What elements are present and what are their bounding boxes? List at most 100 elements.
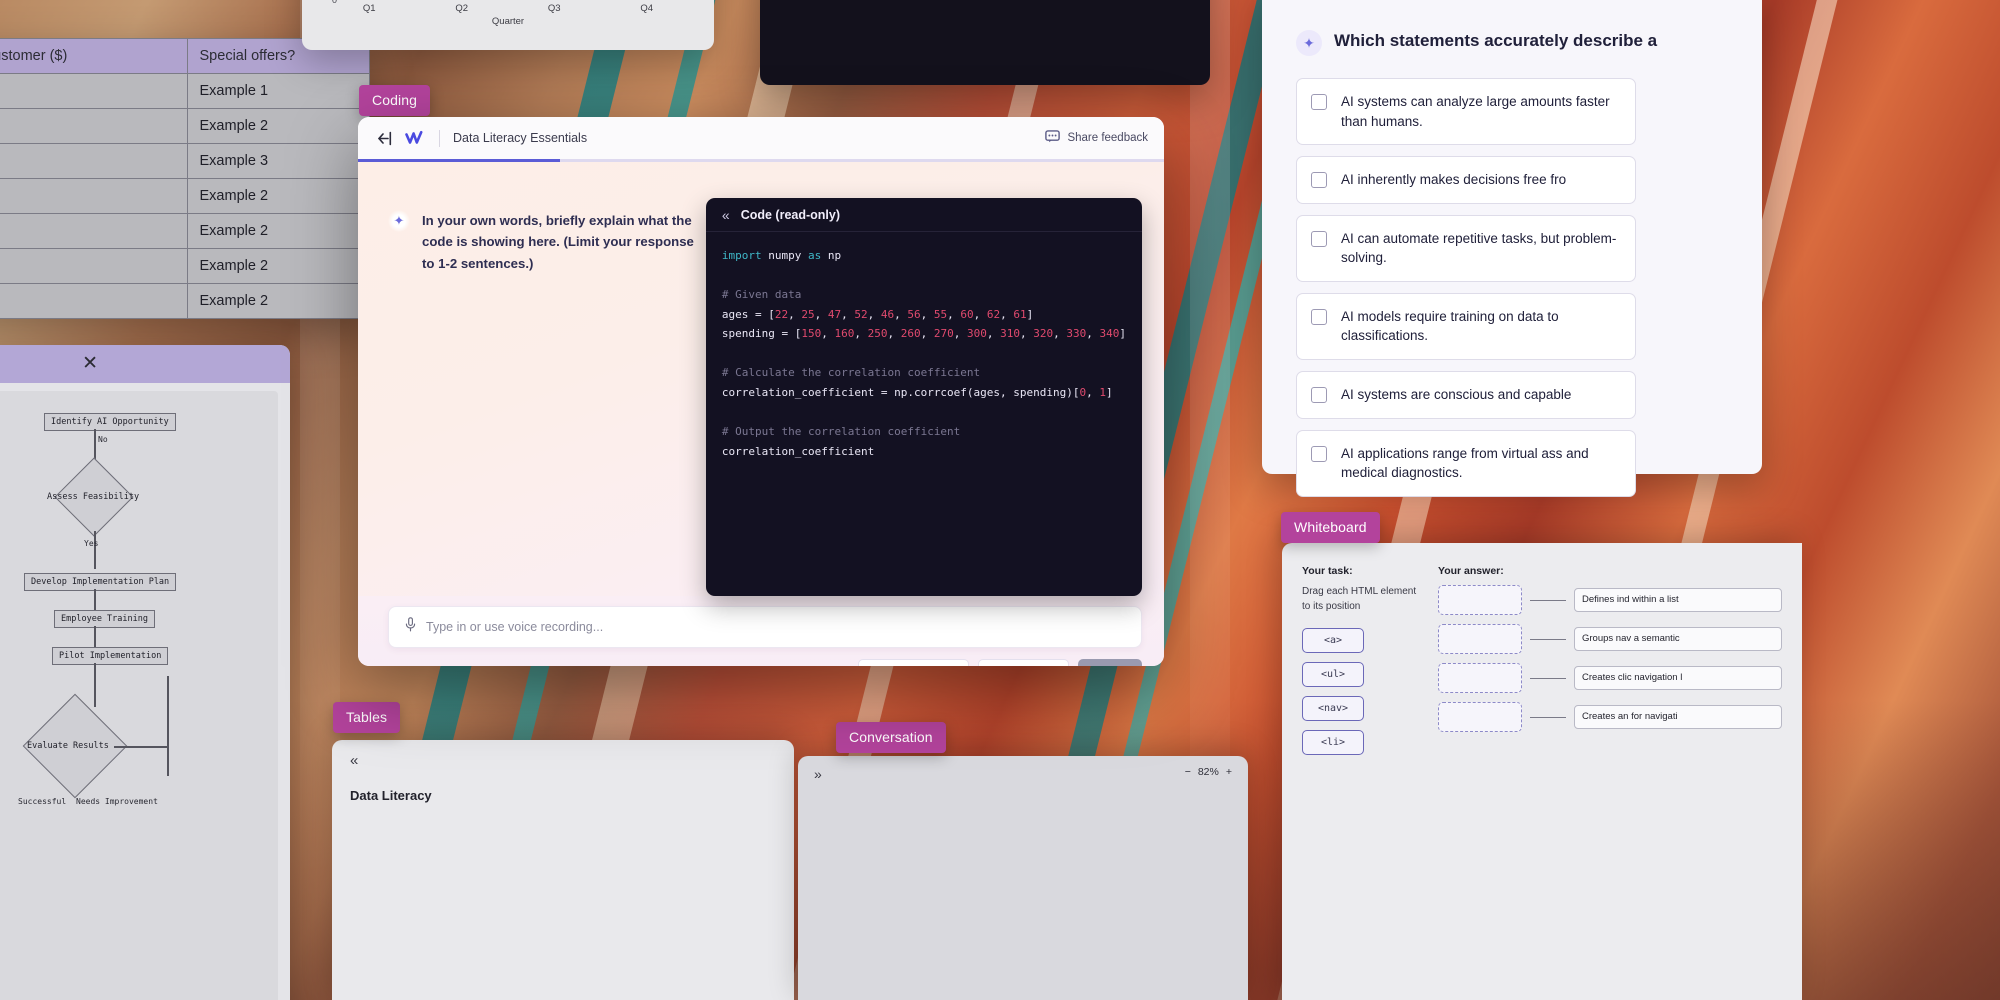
checkbox[interactable] (1311, 308, 1327, 325)
quiz-option[interactable]: AI models require training on data to cl… (1296, 292, 1636, 360)
table-row: 5.50Example 1 (0, 73, 371, 109)
code-token: , (1020, 327, 1034, 341)
code-token: 55 (933, 307, 948, 321)
quiz-option[interactable]: AI can automate repetitive tasks, but pr… (1296, 214, 1636, 282)
element-chip[interactable]: <li> (1302, 730, 1364, 755)
element-chip[interactable]: <nav> (1302, 696, 1364, 721)
demo-response-button[interactable]: Demo response (858, 659, 970, 666)
checkbox[interactable] (1311, 386, 1327, 403)
code-token: 150 (801, 327, 822, 341)
drop-slot[interactable] (1438, 585, 1522, 615)
brand-w-logo[interactable] (405, 130, 426, 146)
code-token: , (973, 307, 987, 321)
code-token: , (788, 307, 802, 321)
element-chip[interactable]: <a> (1302, 628, 1364, 653)
code-line: spending = [150, 160, 250, 260, 270, 300… (722, 324, 1126, 344)
whiteboard-answer-column: Your answer: Defines ind within a list Gr… (1438, 565, 1782, 978)
modal-header: Data Literacy Essentials Share feedback (358, 117, 1164, 159)
checkbox[interactable] (1311, 445, 1327, 462)
flowchart-panel: ✕ Identify AI Opportunity No Assess Feas… (0, 345, 290, 1000)
code-token: 330 (1066, 327, 1087, 341)
code-token: 46 (880, 307, 895, 321)
code-token: ] (1106, 386, 1113, 400)
flowchart-header: ✕ (0, 345, 290, 383)
code-token: as (808, 249, 828, 262)
element-chip[interactable]: <ul> (1302, 662, 1364, 687)
checkbox[interactable] (1311, 172, 1327, 189)
code-token: , (854, 327, 868, 341)
connector-line (1530, 716, 1566, 718)
quiz-option[interactable]: AI systems can analyze large amounts fas… (1296, 78, 1636, 146)
back-arrow-icon[interactable] (374, 128, 394, 148)
table-cell: Example 3 (186, 143, 371, 179)
drop-slot[interactable] (1438, 702, 1522, 732)
table-body: 5.50Example 1Example 2Example 2Example 3… (0, 73, 371, 319)
code-token: 300 (967, 327, 987, 341)
x-tick-label: Q2 (455, 3, 469, 14)
double-chevron-right-icon[interactable]: » (814, 766, 822, 782)
code-token: 25 (801, 307, 815, 321)
flow-edge (114, 746, 168, 748)
quiz-question-title: Which statements accurately describe a (1334, 31, 1658, 50)
checkbox[interactable] (1311, 230, 1327, 247)
code-token: 160 (834, 327, 855, 341)
connector-line (1530, 599, 1566, 601)
code-token: , (821, 327, 835, 341)
code-token: # Given data (721, 288, 802, 302)
section-pill-conversation[interactable]: Conversation (836, 722, 946, 753)
quiz-option[interactable]: AI inherently makes decisions free fro (1296, 156, 1636, 204)
tables-card: « Data Literacy (332, 740, 794, 1000)
code-line: # Output the correlation coefficient (722, 422, 1126, 442)
minus-icon[interactable]: − (1185, 766, 1191, 778)
section-pill-coding[interactable]: Coding (359, 85, 430, 116)
code-token: numpy (768, 249, 808, 262)
flow-node: Identify AI Opportunity (44, 413, 176, 431)
checkbox[interactable] (1311, 94, 1327, 110)
submit-button[interactable]: Submit (1078, 659, 1142, 666)
flow-node: Pilot Implementation (52, 647, 169, 665)
answer-heading: Your answer: (1438, 565, 1504, 577)
code-token: , (887, 327, 901, 341)
double-chevron-left-icon[interactable]: « (722, 208, 730, 222)
sparkle-icon: ✦ (1296, 30, 1322, 56)
x-tick-label: Q1 (362, 3, 376, 14)
answer-input[interactable]: Type in or use voice recording... (388, 606, 1142, 648)
section-pill-whiteboard[interactable]: Whiteboard (1281, 512, 1380, 543)
plus-icon[interactable]: + (1226, 766, 1232, 778)
prompt-text: In your own words, briefly explain what … (422, 210, 706, 596)
close-icon[interactable]: ✕ (82, 354, 98, 373)
y-tick-label: 0 (331, 0, 337, 5)
code-token: ages = [ (721, 307, 775, 321)
code-token: , (841, 307, 855, 321)
code-token: , (894, 307, 908, 321)
flow-node: Develop Implementation Plan (24, 573, 177, 591)
chart-x-axis-title: Quarter (491, 16, 525, 27)
flow-edge-label: Successful (18, 797, 67, 806)
microphone-icon[interactable] (405, 617, 416, 637)
section-pill-tables[interactable]: Tables (333, 702, 401, 733)
drop-slot[interactable] (1438, 624, 1522, 654)
table-row: Example 2Example 2 (0, 213, 371, 249)
share-feedback-button[interactable]: Share feedback (1045, 130, 1148, 146)
table-cell: Example 2 (186, 248, 371, 284)
code-token: np (827, 249, 842, 262)
quiz-option-label: AI systems can analyze large amounts fas… (1341, 94, 1610, 129)
screen: Avg Spend per Customer ($) Special offer… (0, 0, 2000, 1000)
flow-edge-label: Needs Improvement (76, 797, 158, 806)
definition-card: Defines ind within a list (1574, 587, 1782, 613)
quiz-options-list: AI systems can analyze large amounts fas… (1296, 78, 1736, 497)
double-chevron-left-icon[interactable]: « (350, 752, 358, 769)
table-row: Example 2Example 2 (0, 178, 371, 214)
code-token: import (721, 249, 769, 262)
drop-slot[interactable] (1438, 663, 1522, 693)
quiz-option[interactable]: AI applications range from virtual ass a… (1296, 429, 1636, 497)
quiz-option[interactable]: AI systems are conscious and capable (1296, 370, 1636, 419)
flow-node: Evaluate Results (27, 741, 109, 751)
i-dont-know-button[interactable]: I don't know (978, 659, 1070, 666)
code-line: import numpy as np (722, 246, 1126, 266)
whiteboard-task-column: Your task: Drag each HTML element to its… (1302, 565, 1420, 978)
table-cell: Example 2 (0, 283, 188, 319)
